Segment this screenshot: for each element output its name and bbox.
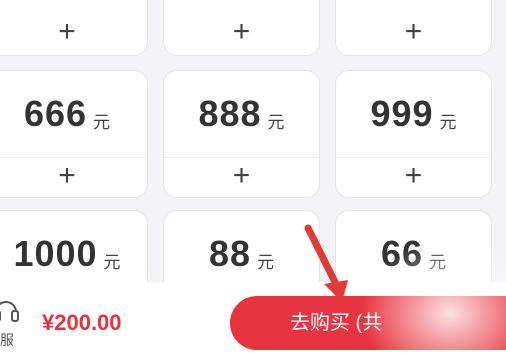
amount-value: 888 元	[164, 71, 319, 157]
headset-icon	[0, 301, 19, 322]
customer-service-button[interactable]: 服	[0, 294, 28, 354]
add-button[interactable]: +	[164, 161, 319, 191]
amount-card-1[interactable]: +	[0, 0, 148, 56]
amount-number: 1000	[13, 233, 98, 274]
amount-unit: 元	[439, 112, 457, 132]
service-label: 服	[0, 332, 14, 348]
add-button[interactable]: +	[336, 161, 491, 191]
amount-value: 999 元	[336, 71, 491, 157]
add-button[interactable]: +	[164, 17, 319, 47]
amount-number: 999	[370, 93, 434, 134]
card-divider	[336, 157, 491, 158]
add-button[interactable]: +	[0, 17, 147, 47]
amount-card-666[interactable]: 666 元 +	[0, 70, 148, 198]
add-button[interactable]: +	[336, 17, 491, 47]
card-divider	[164, 157, 319, 158]
amount-card-2[interactable]: +	[163, 0, 320, 56]
amount-number: 88	[208, 233, 252, 274]
total-price: ¥200.00	[42, 310, 122, 335]
amount-value: 666 元	[0, 71, 147, 157]
amount-unit: 元	[103, 252, 121, 272]
amount-card-888[interactable]: 888 元 +	[163, 70, 320, 198]
amount-number: 888	[198, 93, 262, 134]
amount-card-3[interactable]: +	[335, 0, 492, 56]
add-button[interactable]: +	[0, 161, 147, 191]
card-divider	[0, 157, 147, 158]
glare-overlay	[360, 240, 506, 362]
amount-number: 666	[23, 93, 88, 134]
amount-unit: 元	[267, 112, 285, 132]
amount-card-999[interactable]: 999 元 +	[335, 70, 492, 198]
amount-unit: 元	[257, 252, 275, 272]
amount-unit: 元	[93, 112, 111, 132]
pointer-arrow-icon	[304, 224, 348, 302]
